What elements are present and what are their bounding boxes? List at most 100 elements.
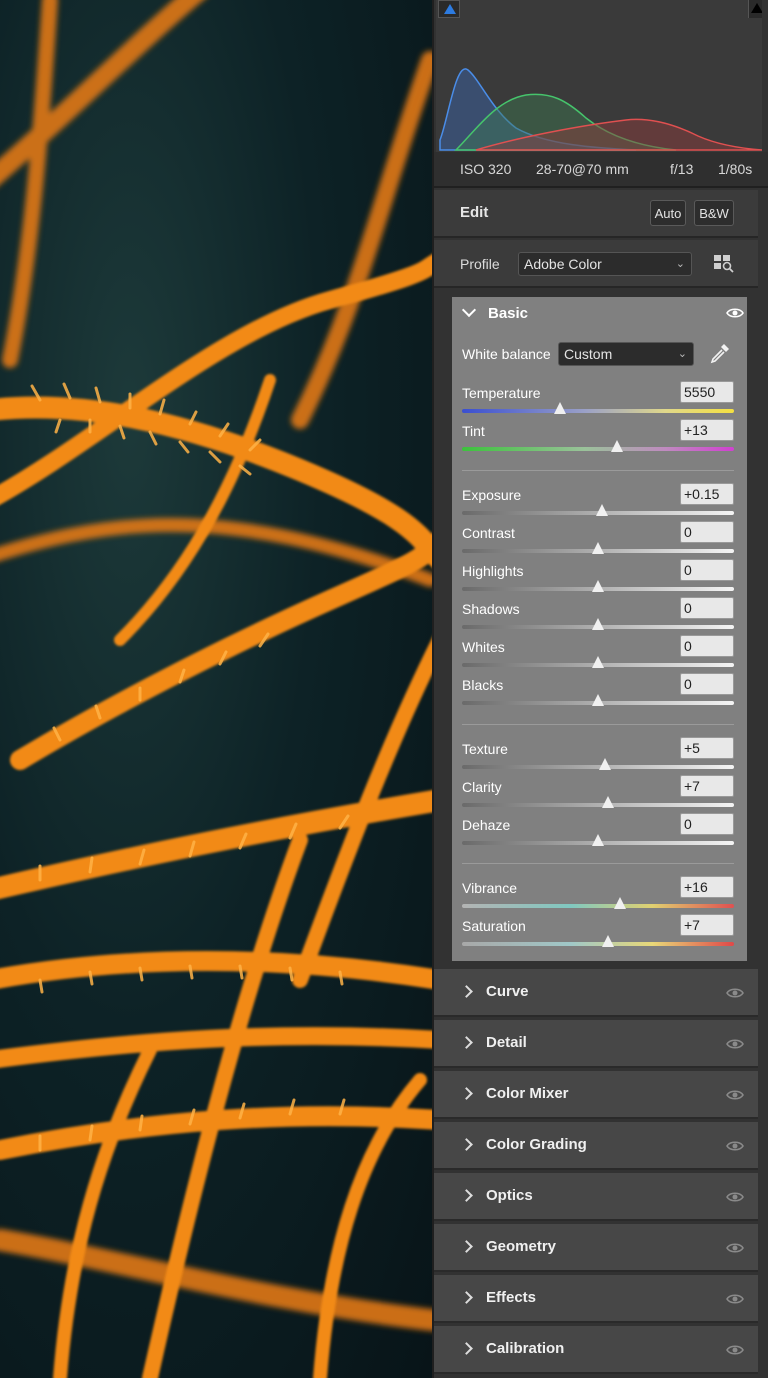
chevron-right-icon: [460, 1291, 473, 1304]
section-title: Curve: [486, 983, 529, 1000]
texture-thumb[interactable]: [598, 758, 611, 770]
blacks-value-field[interactable]: 0: [680, 673, 734, 695]
slider-texture: Texture +5: [462, 737, 734, 779]
tint-track[interactable]: [462, 447, 734, 451]
eyedropper-icon[interactable]: [708, 341, 732, 365]
chevron-right-icon: [460, 1189, 473, 1202]
section-title: Optics: [486, 1187, 533, 1204]
eye-icon[interactable]: [726, 1344, 744, 1356]
edit-title: Edit: [460, 204, 489, 221]
photo-canvas[interactable]: [0, 0, 432, 1378]
highlights-value-field[interactable]: 0: [680, 559, 734, 581]
slider-blacks: Blacks 0: [462, 673, 734, 715]
slider-label: Shadows: [462, 601, 520, 617]
profile-dropdown[interactable]: Adobe Color ⌄: [518, 252, 692, 276]
section-detail[interactable]: Detail: [434, 1020, 758, 1068]
slider-label: Highlights: [462, 563, 524, 579]
slider-label: Texture: [462, 741, 508, 757]
shadow-clipping-toggle[interactable]: [438, 0, 460, 18]
chevron-down-icon: ⌄: [677, 348, 687, 360]
slider-tint: Tint +13: [462, 419, 734, 461]
basic-header[interactable]: Basic: [452, 297, 747, 331]
vibrance-track[interactable]: [462, 904, 734, 908]
saturation-track[interactable]: [462, 942, 734, 946]
chevron-right-icon: [460, 985, 473, 998]
slider-label: Blacks: [462, 677, 504, 693]
texture-value-field[interactable]: +5: [680, 737, 734, 759]
divider: [462, 724, 734, 725]
saturation-value-field[interactable]: +7: [680, 914, 734, 936]
eye-icon[interactable]: [726, 987, 744, 999]
tint-thumb[interactable]: [611, 440, 624, 452]
vibrance-thumb[interactable]: [613, 897, 626, 909]
profile-browser-icon[interactable]: [714, 255, 734, 273]
whites-value-field[interactable]: 0: [680, 635, 734, 657]
clarity-track[interactable]: [462, 803, 734, 807]
section-calibration[interactable]: Calibration: [434, 1326, 758, 1374]
slider-exposure: Exposure +0.15: [462, 483, 734, 525]
section-color-mixer[interactable]: Color Mixer: [434, 1071, 758, 1119]
exif-shutter: 1/80s: [718, 161, 753, 177]
eye-icon[interactable]: [726, 1191, 744, 1203]
contrast-value-field[interactable]: 0: [680, 521, 734, 543]
exposure-thumb[interactable]: [596, 504, 609, 516]
eye-icon[interactable]: [726, 1089, 744, 1101]
temperature-track[interactable]: [462, 409, 734, 413]
chevron-right-icon: [460, 1342, 473, 1355]
chevron-right-icon: [460, 1240, 473, 1253]
chevron-down-icon: ⌄: [675, 258, 685, 270]
exif-lens: 28-70@70 mm: [536, 161, 629, 177]
slider-label: Vibrance: [462, 880, 518, 896]
slider-label: Contrast: [462, 525, 515, 541]
section-curve[interactable]: Curve: [434, 969, 758, 1017]
dehaze-value-field[interactable]: 0: [680, 813, 734, 835]
blacks-thumb[interactable]: [592, 694, 604, 706]
saturation-thumb[interactable]: [601, 935, 614, 947]
white-balance-dropdown[interactable]: Custom ⌄: [558, 342, 694, 366]
vibrance-value-field[interactable]: +16: [680, 876, 734, 898]
slider-label: Saturation: [462, 918, 526, 934]
edit-header: Edit Auto B&W: [434, 190, 758, 238]
highlight-clipping-toggle[interactable]: [748, 0, 762, 18]
temperature-thumb[interactable]: [553, 402, 566, 414]
eye-icon[interactable]: [726, 1242, 744, 1254]
dehaze-thumb[interactable]: [592, 834, 604, 846]
eye-icon[interactable]: [726, 1038, 744, 1050]
temperature-value-field[interactable]: 5550: [680, 381, 734, 403]
eye-icon[interactable]: [726, 307, 744, 319]
contrast-thumb[interactable]: [592, 542, 604, 554]
auto-button[interactable]: Auto: [650, 200, 686, 226]
section-title: Geometry: [486, 1238, 557, 1255]
section-geometry[interactable]: Geometry: [434, 1224, 758, 1272]
slider-dehaze: Dehaze 0: [462, 813, 734, 855]
highlights-thumb[interactable]: [592, 580, 604, 592]
chevron-right-icon: [460, 1036, 473, 1049]
exposure-value-field[interactable]: +0.15: [680, 483, 734, 505]
divider: [462, 470, 734, 471]
whites-thumb[interactable]: [592, 656, 604, 668]
section-optics[interactable]: Optics: [434, 1173, 758, 1221]
slider-temperature: Temperature 5550: [462, 381, 734, 423]
histogram: [436, 0, 762, 152]
shadows-thumb[interactable]: [592, 618, 604, 630]
shadows-value-field[interactable]: 0: [680, 597, 734, 619]
slider-label: Exposure: [462, 487, 522, 503]
white-balance-value: Custom: [564, 346, 613, 362]
clarity-thumb[interactable]: [601, 796, 614, 808]
slider-highlights: Highlights 0: [462, 559, 734, 601]
section-title: Effects: [486, 1289, 537, 1306]
slider-whites: Whites 0: [462, 635, 734, 677]
slider-vibrance: Vibrance +16: [462, 876, 734, 918]
slider-label: Dehaze: [462, 817, 511, 833]
tint-value-field[interactable]: +13: [680, 419, 734, 441]
white-balance-label: White balance: [462, 346, 551, 362]
section-color-grading[interactable]: Color Grading: [434, 1122, 758, 1170]
slider-shadows: Shadows 0: [462, 597, 734, 639]
edit-panel: ISO 320 28-70@70 mm f/13 1/80s Edit Auto…: [432, 0, 768, 1378]
eye-icon[interactable]: [726, 1140, 744, 1152]
bw-button[interactable]: B&W: [694, 200, 734, 226]
eye-icon[interactable]: [726, 1293, 744, 1305]
slider-label: Whites: [462, 639, 505, 655]
section-effects[interactable]: Effects: [434, 1275, 758, 1323]
clarity-value-field[interactable]: +7: [680, 775, 734, 797]
